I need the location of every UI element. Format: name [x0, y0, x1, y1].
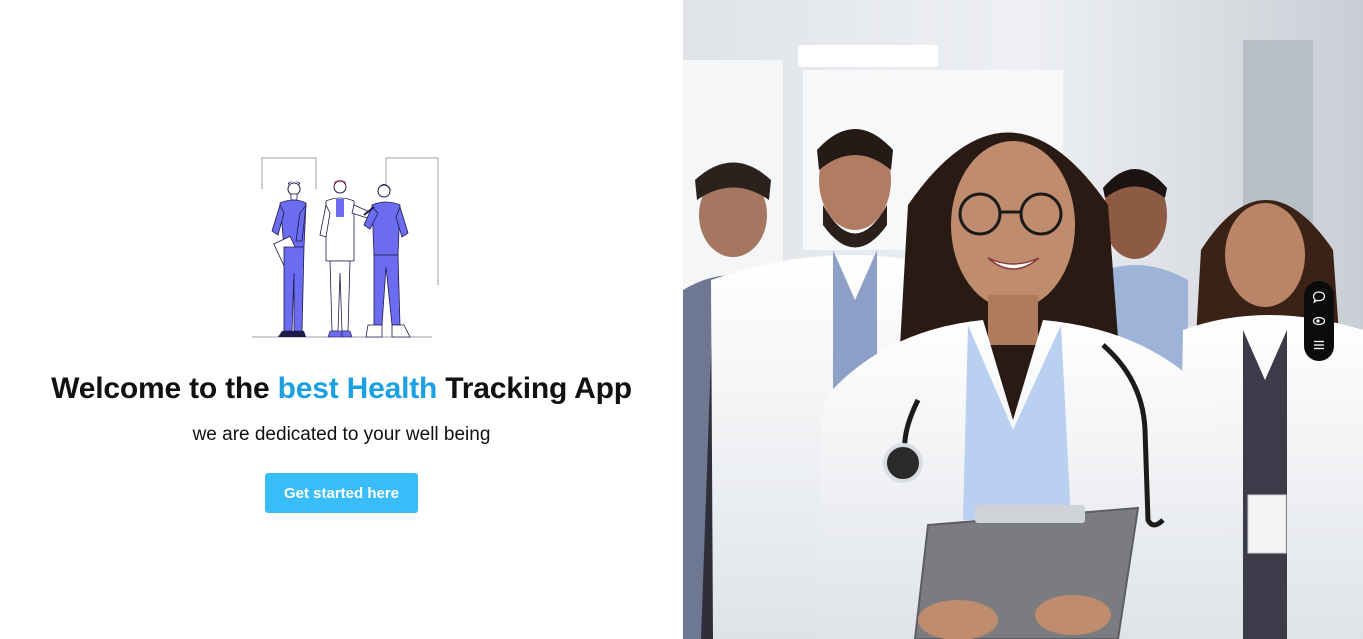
landing-page: Welcome to the best Health Tracking App … [0, 0, 1363, 639]
title-suffix: Tracking App [437, 372, 632, 405]
floating-toolbar [1304, 281, 1334, 361]
eye-icon[interactable] [1309, 311, 1329, 331]
chat-bubble-icon[interactable] [1309, 287, 1329, 307]
get-started-button[interactable]: Get started here [265, 473, 418, 513]
title-accent: best Health [277, 372, 438, 405]
page-subtitle: we are dedicated to your well being [192, 424, 491, 445]
hero-image-section [683, 0, 1363, 639]
doctors-team-photo [683, 0, 1363, 639]
hero-section: Welcome to the best Health Tracking App … [0, 0, 683, 639]
title-prefix: Welcome to the [51, 372, 278, 405]
medical-team-illustration [252, 157, 439, 338]
menu-icon[interactable] [1309, 335, 1329, 355]
page-title: Welcome to the best Health Tracking App [0, 372, 683, 406]
